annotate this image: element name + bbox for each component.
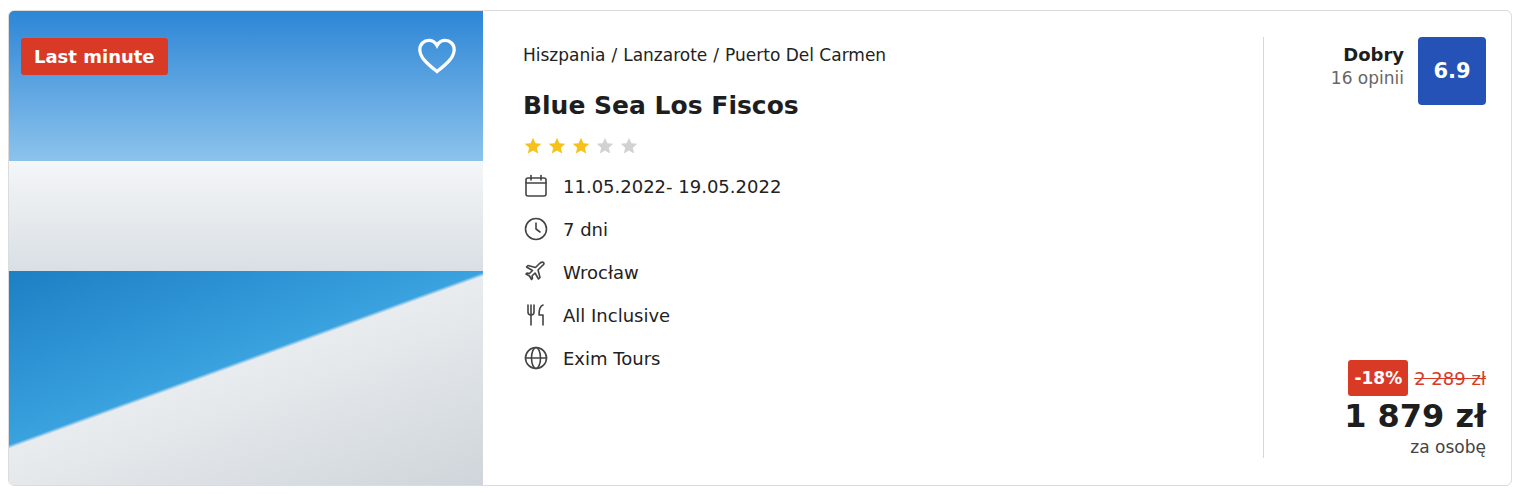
star-icon	[595, 136, 615, 156]
detail-text: All Inclusive	[563, 305, 670, 326]
breadcrumb: Hiszpania / Lanzarote / Puerto Del Carmen	[523, 44, 1243, 66]
breadcrumb-separator: /	[611, 44, 617, 66]
detail-text: 7 dni	[563, 219, 608, 240]
rating-score: 6.9	[1418, 37, 1486, 105]
star-icon	[523, 136, 543, 156]
current-price: 1 879 zł	[1344, 396, 1486, 436]
price-panel: Dobry16 opinii 6.9 -18% 2 289 zł 1 879 złza …	[1263, 37, 1511, 458]
plane-icon	[523, 259, 549, 285]
rating-label: Dobry	[1331, 43, 1404, 67]
price: -18% 2 289 zł 1 879 złza osobę	[1284, 360, 1486, 458]
star-icon	[571, 136, 591, 156]
globe-icon	[523, 345, 549, 371]
offer-info: Hiszpania / Lanzarote / Puerto Del Carmen Blu…	[483, 11, 1263, 485]
cutlery-icon	[523, 302, 549, 328]
detail-row: All Inclusive	[523, 301, 1243, 329]
breadcrumb-separator: /	[713, 44, 719, 66]
detail-row: Exim Tours	[523, 344, 1243, 372]
calendar-icon	[523, 173, 549, 199]
last-minute-badge: Last minute	[21, 38, 168, 75]
hotel-title[interactable]: Blue Sea Los Fiscos	[523, 90, 1243, 122]
heart-icon[interactable]	[417, 38, 457, 74]
clock-icon	[523, 216, 549, 242]
detail-row: Wrocław	[523, 258, 1243, 286]
hotel-photo[interactable]: Last minute	[9, 11, 483, 485]
detail-text: Exim Tours	[563, 348, 660, 369]
rating: Dobry16 opinii 6.9	[1284, 37, 1486, 105]
details-list: 11.05.2022- 19.05.2022 7 dni Wrocław All In…	[523, 172, 1243, 372]
star-icon	[619, 136, 639, 156]
detail-row: 7 dni	[523, 215, 1243, 243]
detail-text: 11.05.2022- 19.05.2022	[563, 176, 781, 197]
price-unit: za osobę	[1410, 436, 1486, 458]
star-icon	[547, 136, 567, 156]
discount-badge: -18%	[1348, 360, 1408, 396]
reviews-count[interactable]: 16 opinii	[1331, 67, 1404, 89]
breadcrumb-item[interactable]: Lanzarote	[623, 44, 707, 66]
detail-row: 11.05.2022- 19.05.2022	[523, 172, 1243, 200]
breadcrumb-item[interactable]: Hiszpania	[523, 44, 605, 66]
breadcrumb-item[interactable]: Puerto Del Carmen	[725, 44, 886, 66]
old-price: 2 289 zł	[1414, 368, 1486, 389]
star-rating	[523, 136, 1243, 156]
detail-text: Wrocław	[563, 262, 639, 283]
offer-card[interactable]: Last minute Hiszpania / Lanzarote / Puerto De…	[8, 10, 1512, 486]
